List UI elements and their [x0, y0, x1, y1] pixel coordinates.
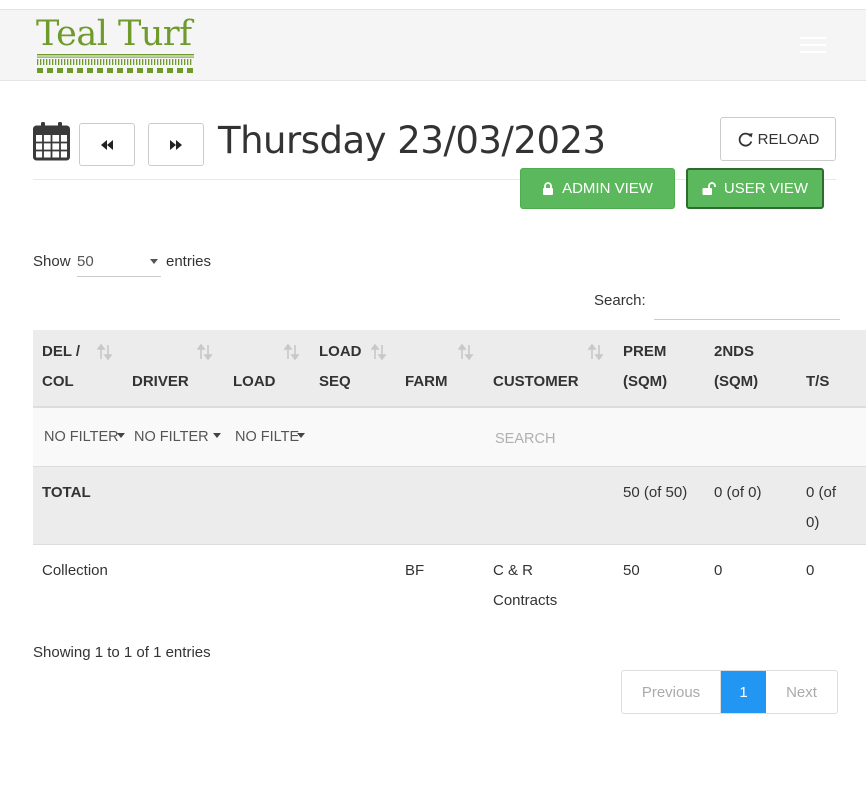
page-length-value: 50: [77, 253, 94, 270]
load-filter-select[interactable]: NO FILTE: [235, 429, 306, 445]
total-ts: 0 (of 0): [806, 478, 836, 538]
column-header-label: SEQ: [319, 373, 351, 390]
total-prem: 50 (of 50): [623, 484, 688, 501]
caret-down-icon: [297, 433, 306, 439]
column-header-label: LOAD: [319, 343, 362, 360]
column-header-label: (SQM): [714, 373, 759, 390]
customer-line: Contracts: [493, 592, 558, 609]
total-label: TOTAL: [42, 484, 91, 501]
total-ts-line: 0 (of: [806, 484, 837, 501]
column-header-label: 2NDS: [714, 343, 755, 360]
sort-icon: [197, 343, 213, 361]
del-col-filter-select[interactable]: NO FILTER: [44, 429, 125, 445]
lock-icon: [543, 182, 554, 195]
column-header-label: PREM: [623, 343, 667, 360]
column-header-farm[interactable]: FARM: [396, 330, 484, 406]
page-title-date: Thursday 23/03/2023: [218, 119, 606, 162]
user-view-button[interactable]: USER VIEW: [686, 168, 824, 209]
column-header-label: DRIVER: [132, 373, 189, 390]
admin-view-label: ADMIN VIEW: [562, 180, 653, 197]
previous-day-button[interactable]: [79, 123, 135, 166]
previous-page-button[interactable]: Previous: [622, 671, 721, 713]
cell-ts: 0: [806, 562, 815, 579]
reload-button[interactable]: RELOAD: [720, 117, 836, 161]
top-strip: [0, 0, 866, 9]
refresh-icon: [738, 132, 753, 147]
cell-prem: 50: [623, 562, 640, 579]
page-1-button[interactable]: 1: [721, 671, 766, 713]
driver-filter-select[interactable]: NO FILTER: [134, 429, 221, 445]
grass-stripe-graphic: [37, 54, 194, 73]
unlock-icon: [702, 182, 716, 195]
filter-value: NO FILTER: [44, 429, 119, 445]
caret-down-icon: [212, 433, 221, 439]
cell-2nds: 0: [714, 562, 723, 579]
column-header-label: DEL /: [42, 343, 81, 360]
pagination: Previous 1 Next: [621, 670, 838, 714]
show-label: Show: [33, 253, 71, 270]
total-ts-line: 0): [806, 514, 820, 531]
column-header-driver[interactable]: DRIVER: [123, 330, 224, 406]
column-header-prem-sqm[interactable]: PREM (SQM): [614, 330, 705, 406]
sort-icon: [97, 343, 113, 361]
navbar: Teal Turf: [0, 9, 866, 81]
column-header-del-col[interactable]: DEL / COL: [33, 330, 123, 406]
next-page-button[interactable]: Next: [766, 671, 837, 713]
cell-del-col: Collection: [42, 562, 108, 579]
table-info: Showing 1 to 1 of 1 entries: [33, 644, 211, 661]
column-header-label: (SQM): [623, 373, 668, 390]
sort-icon: [371, 343, 387, 361]
filter-value: NO FILTER: [134, 429, 209, 445]
page-length-select[interactable]: 50: [77, 251, 161, 277]
filter-value: NO FILTE: [235, 429, 300, 445]
sort-icon: [284, 343, 300, 361]
brand-name: Teal Turf: [36, 14, 192, 54]
column-header-2nds-sqm[interactable]: 2NDS (SQM): [705, 330, 797, 406]
column-header-label: COL: [42, 373, 74, 390]
next-day-button[interactable]: [148, 123, 204, 166]
customer-line: C & R: [493, 562, 534, 579]
brand-logo[interactable]: Teal Turf: [36, 14, 194, 73]
table-total-row: TOTAL 50 (of 50) 0 (of 0) 0 (of 0): [33, 467, 866, 545]
hamburger-menu-icon[interactable]: [800, 37, 826, 55]
table-header: DEL / COL DRIVER LOAD LOAD SEQ FARM CUST…: [33, 330, 866, 408]
sort-icon: [588, 343, 604, 361]
column-header-label: CUSTOMER: [493, 373, 579, 390]
forward-icon: [170, 139, 182, 150]
caret-down-icon: [116, 433, 125, 439]
sort-icon: [458, 343, 474, 361]
cell-farm: BF: [405, 562, 425, 579]
entries-label: entries: [166, 253, 212, 270]
column-header-customer[interactable]: CUSTOMER: [484, 330, 614, 406]
table-search-input[interactable]: [654, 287, 840, 320]
search-label: Search:: [594, 292, 646, 309]
table-row[interactable]: Collection BF C & R Contracts 50 0 0: [33, 545, 866, 623]
filter-row: NO FILTER NO FILTER NO FILTE: [33, 408, 866, 467]
user-view-label: USER VIEW: [723, 180, 809, 197]
customer-search-input[interactable]: [493, 427, 617, 451]
column-header-label: FARM: [405, 373, 448, 390]
column-header-load[interactable]: LOAD: [224, 330, 310, 406]
calendar-icon: [33, 122, 70, 161]
total-2nds: 0 (of 0): [714, 484, 762, 501]
column-header-label: T/S: [806, 373, 830, 390]
reload-label: RELOAD: [757, 130, 820, 148]
cell-customer: C & R Contracts: [493, 556, 557, 616]
caret-down-icon: [150, 259, 158, 264]
column-header-ts[interactable]: T/S: [797, 330, 866, 406]
column-header-label: LOAD: [233, 373, 276, 390]
column-header-load-seq[interactable]: LOAD SEQ: [310, 330, 396, 406]
admin-view-button[interactable]: ADMIN VIEW: [520, 168, 675, 209]
backward-icon: [101, 139, 113, 150]
